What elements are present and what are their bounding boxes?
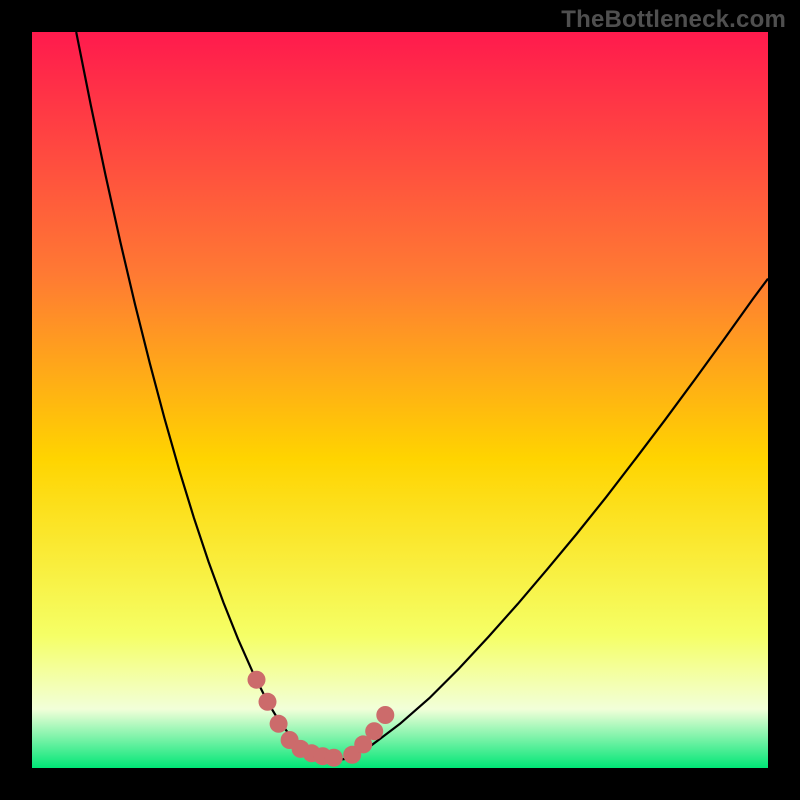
highlight-dot: [248, 671, 266, 689]
watermark-text: TheBottleneck.com: [561, 6, 786, 34]
highlight-dot: [365, 722, 383, 740]
chart-frame: TheBottleneck.com: [0, 0, 800, 800]
plot-area: [32, 32, 768, 768]
highlight-dot: [270, 715, 288, 733]
highlight-dot: [259, 693, 277, 711]
gradient-background: [32, 32, 768, 768]
highlight-dot: [325, 749, 343, 767]
chart-svg: [32, 32, 768, 768]
highlight-dot: [376, 706, 394, 724]
